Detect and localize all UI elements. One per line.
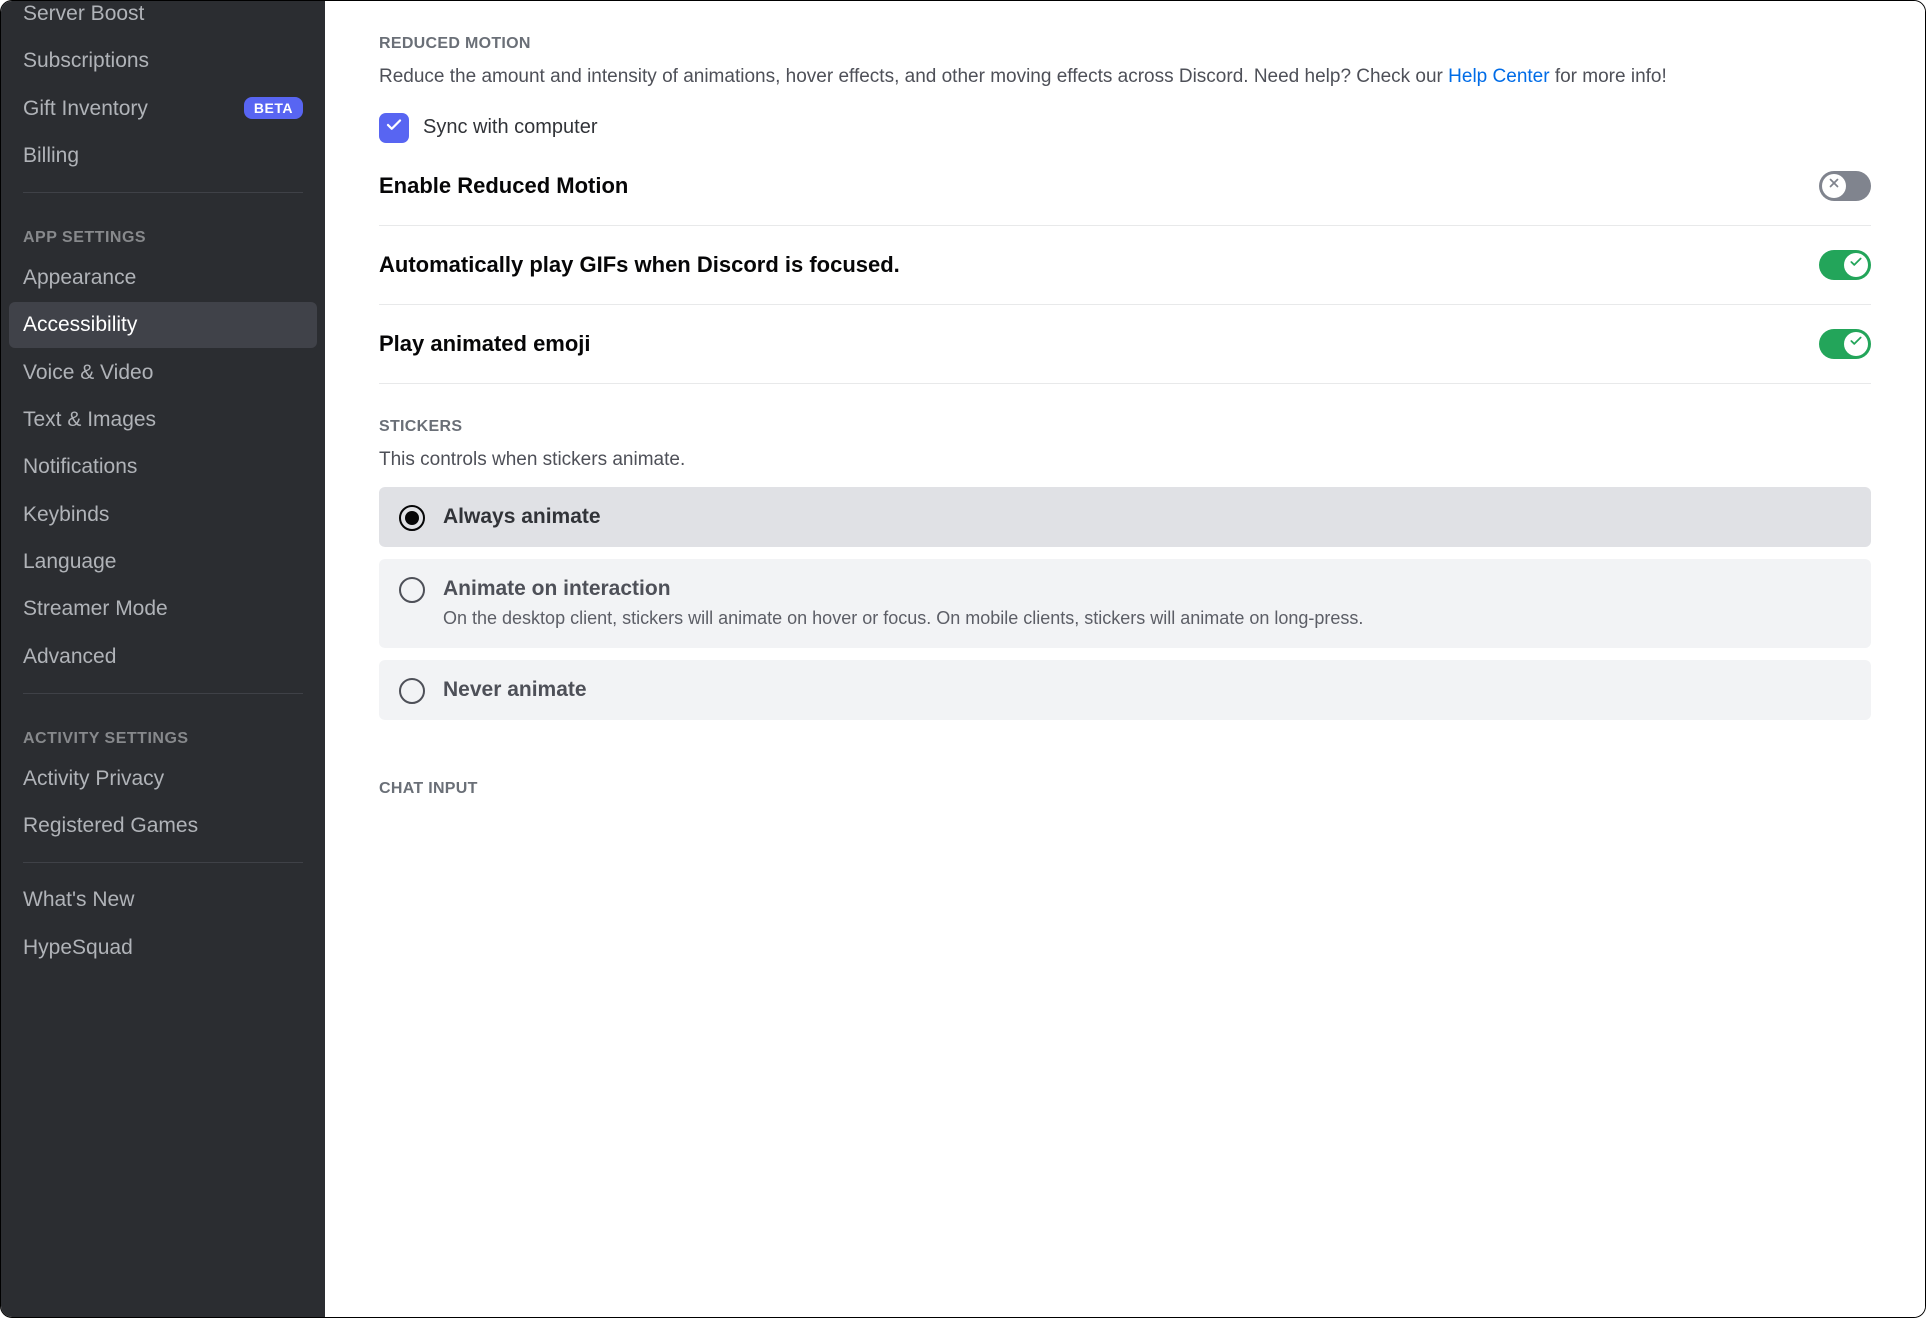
sticker-option-always[interactable]: Always animate	[379, 487, 1871, 547]
sidebar-item-label: Server Boost	[23, 1, 144, 27]
settings-sidebar[interactable]: Server Boost Subscriptions Gift Inventor…	[1, 1, 325, 1317]
toggle-row-animated-emoji: Play animated emoji	[379, 329, 1871, 384]
help-center-link[interactable]: Help Center	[1448, 66, 1549, 87]
sidebar-item-label: What's New	[23, 886, 134, 913]
toggle-row-auto-play-gifs: Automatically play GIFs when Discord is …	[379, 250, 1871, 305]
sidebar-item-activity-privacy[interactable]: Activity Privacy	[9, 756, 317, 801]
sidebar-item-label: HypeSquad	[23, 934, 133, 961]
radio-icon	[399, 678, 425, 704]
sidebar-item-language[interactable]: Language	[9, 539, 317, 584]
sticker-option-on-interaction[interactable]: Animate on interaction On the desktop cl…	[379, 559, 1871, 647]
radio-icon	[399, 577, 425, 603]
sidebar-item-accessibility[interactable]: Accessibility	[9, 302, 317, 347]
sidebar-item-label: Advanced	[23, 643, 116, 670]
toggle-label: Enable Reduced Motion	[379, 173, 628, 199]
sidebar-item-voice-video[interactable]: Voice & Video	[9, 350, 317, 395]
settings-content[interactable]: REDUCED MOTION Reduce the amount and int…	[325, 1, 1925, 1317]
auto-play-gifs-toggle[interactable]	[1819, 250, 1871, 280]
sidebar-item-billing[interactable]: Billing	[9, 133, 317, 178]
x-icon	[1827, 176, 1841, 195]
section-title-chat-input: CHAT INPUT	[379, 780, 1871, 798]
check-icon	[1849, 334, 1863, 353]
sidebar-item-label: Gift Inventory	[23, 95, 148, 122]
sidebar-separator	[23, 192, 303, 193]
sidebar-item-label: Accessibility	[23, 311, 137, 338]
sidebar-item-label: Appearance	[23, 264, 136, 291]
sidebar-item-hypesquad[interactable]: HypeSquad	[9, 925, 317, 970]
section-desc-reduced-motion: Reduce the amount and intensity of anima…	[379, 63, 1871, 91]
toggle-knob	[1822, 174, 1846, 198]
section-desc-stickers: This controls when stickers animate.	[379, 446, 1871, 474]
radio-title: Animate on interaction	[443, 575, 1851, 602]
sidebar-header-app-settings: APP SETTINGS	[9, 207, 317, 253]
sidebar-separator	[23, 862, 303, 863]
toggle-knob	[1844, 332, 1868, 356]
sidebar-item-advanced[interactable]: Advanced	[9, 634, 317, 679]
section-title-reduced-motion: REDUCED MOTION	[379, 35, 1871, 53]
sync-with-computer-label: Sync with computer	[423, 116, 598, 139]
check-icon	[1849, 255, 1863, 274]
sidebar-item-label: Activity Privacy	[23, 765, 164, 792]
sidebar-item-keybinds[interactable]: Keybinds	[9, 492, 317, 537]
sync-with-computer-row: Sync with computer	[379, 113, 1871, 143]
sidebar-item-label: Subscriptions	[23, 47, 149, 74]
sidebar-item-label: Language	[23, 548, 116, 575]
sidebar-item-notifications[interactable]: Notifications	[9, 444, 317, 489]
toggle-row-enable-reduced-motion: Enable Reduced Motion	[379, 171, 1871, 226]
beta-badge: BETA	[244, 97, 303, 119]
sidebar-item-label: Voice & Video	[23, 359, 153, 386]
check-icon	[385, 116, 403, 139]
toggle-label: Play animated emoji	[379, 331, 591, 357]
app-window: Server Boost Subscriptions Gift Inventor…	[0, 0, 1926, 1318]
sidebar-item-label: Keybinds	[23, 501, 109, 528]
radio-title: Always animate	[443, 503, 1851, 530]
sidebar-item-label: Text & Images	[23, 406, 156, 433]
radio-title: Never animate	[443, 676, 1851, 703]
sync-with-computer-checkbox[interactable]	[379, 113, 409, 143]
sidebar-header-activity-settings: ACTIVITY SETTINGS	[9, 708, 317, 754]
sidebar-item-subscriptions[interactable]: Subscriptions	[9, 38, 317, 83]
sidebar-item-whats-new[interactable]: What's New	[9, 877, 317, 922]
sidebar-item-label: Billing	[23, 142, 79, 169]
sidebar-item-label: Notifications	[23, 453, 137, 480]
enable-reduced-motion-toggle[interactable]	[1819, 171, 1871, 201]
sticker-option-never[interactable]: Never animate	[379, 660, 1871, 720]
toggle-label: Automatically play GIFs when Discord is …	[379, 252, 900, 278]
sidebar-item-gift-inventory[interactable]: Gift Inventory BETA	[9, 86, 317, 131]
sidebar-separator	[23, 693, 303, 694]
toggle-knob	[1844, 253, 1868, 277]
sidebar-item-streamer-mode[interactable]: Streamer Mode	[9, 586, 317, 631]
sidebar-item-label: Streamer Mode	[23, 595, 168, 622]
radio-subtitle: On the desktop client, stickers will ani…	[443, 606, 1851, 631]
animated-emoji-toggle[interactable]	[1819, 329, 1871, 359]
sidebar-item-text-images[interactable]: Text & Images	[9, 397, 317, 442]
sidebar-item-appearance[interactable]: Appearance	[9, 255, 317, 300]
radio-icon	[399, 505, 425, 531]
sidebar-item-label: Registered Games	[23, 812, 198, 839]
section-title-stickers: STICKERS	[379, 418, 1871, 436]
sidebar-item-server-boost[interactable]: Server Boost	[9, 1, 317, 36]
sidebar-item-registered-games[interactable]: Registered Games	[9, 803, 317, 848]
